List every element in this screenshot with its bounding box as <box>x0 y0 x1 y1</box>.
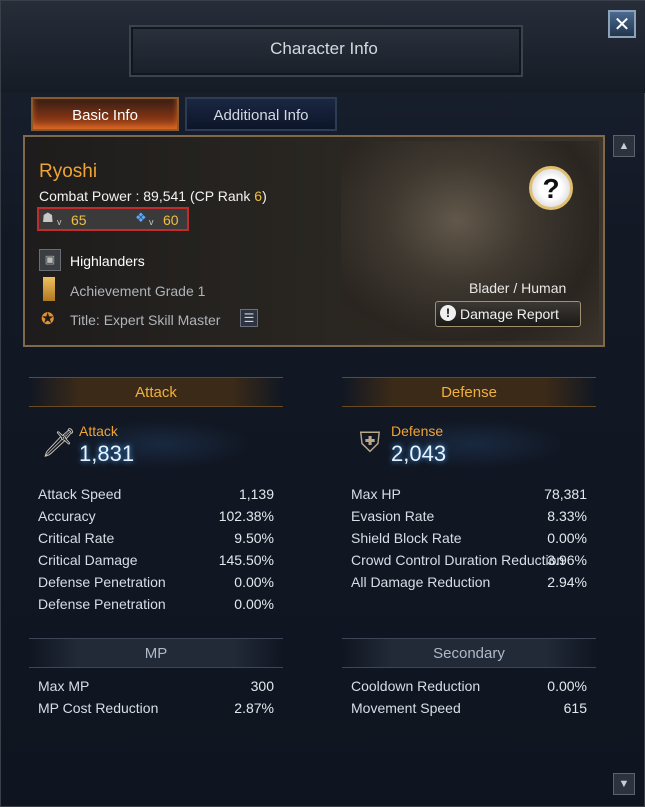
secondary-section-header: Secondary <box>342 638 596 668</box>
defense-label: Defense <box>391 423 444 439</box>
stat-value: 2.87% <box>234 700 274 716</box>
stat-value: 615 <box>563 700 587 716</box>
defense-value: 2,043 <box>391 441 447 466</box>
stat-value: 0.00% <box>234 596 274 612</box>
title-list-icon[interactable]: ☰ <box>240 309 258 327</box>
help-icon[interactable]: ? <box>529 166 573 210</box>
scroll-down-button[interactable]: ▼ <box>613 773 635 795</box>
level-icon: ☗ <box>42 210 54 225</box>
stat-value: 3.96% <box>547 552 587 568</box>
lock-icon: ▣ <box>39 249 61 271</box>
attack-value: 1,831 <box>79 441 135 466</box>
stat-label: MP Cost Reduction <box>38 700 159 716</box>
tab-additional-info[interactable]: Additional Info <box>185 97 337 131</box>
hm-level-icon: ❖ <box>135 210 147 225</box>
attack-label: Attack <box>79 423 118 439</box>
stat-value: 2.94% <box>547 574 587 590</box>
stat-label: Attack Speed <box>38 486 122 502</box>
stat-label: Movement Speed <box>351 700 461 716</box>
achievement-icon <box>43 277 55 301</box>
stat-label: Cooldown Reduction <box>351 678 481 694</box>
guild-name: Highlanders <box>70 253 145 269</box>
window-title: Character Info <box>270 39 378 58</box>
level-value: 65 <box>71 212 87 228</box>
stat-value: 300 <box>250 678 274 694</box>
defense-section-header: Defense <box>342 377 596 407</box>
stat-value: 145.50% <box>218 552 274 568</box>
stat-label: Max MP <box>38 678 90 694</box>
hm-level-v-label: v <box>149 217 154 227</box>
stat-label: Evasion Rate <box>351 508 435 524</box>
helmet-icon: ⛨ <box>359 427 381 458</box>
stat-label: All Damage Reduction <box>351 574 491 590</box>
stat-value: 1,139 <box>238 486 274 502</box>
stat-value: 0.00% <box>547 678 587 694</box>
combat-power-suffix: ) <box>262 188 267 204</box>
character-info-window: Character Info ✕ Basic Info Additional I… <box>0 0 645 807</box>
achievement-grade: Achievement Grade 1 <box>70 283 206 299</box>
scroll-up-button[interactable]: ▲ <box>613 135 635 157</box>
combat-power: Combat Power : 89,541 (CP Rank 6) <box>39 188 267 204</box>
title-medal-icon: ✪ <box>41 311 55 328</box>
stat-value: 102.38% <box>218 508 274 524</box>
hm-level-value: 60 <box>163 212 179 228</box>
sword-icon: 🗡 <box>41 427 77 458</box>
stat-value: 78,381 <box>544 486 587 502</box>
level-box: ☗ v 65 ❖ v 60 <box>37 207 189 231</box>
stat-value: 0.00% <box>547 530 587 546</box>
stat-label: Defense Penetration <box>38 574 166 590</box>
exclamation-icon: ! <box>440 305 456 321</box>
stat-label: Critical Damage <box>38 552 138 568</box>
attack-section-header: Attack <box>29 377 283 407</box>
close-button[interactable]: ✕ <box>608 10 636 38</box>
stat-value: 0.00% <box>234 574 274 590</box>
character-name: Ryoshi <box>39 161 98 182</box>
stat-label: Critical Rate <box>38 530 115 546</box>
damage-report-label: Damage Report <box>460 306 559 322</box>
stat-label: Accuracy <box>38 508 96 524</box>
stat-label: Defense Penetration <box>38 596 166 612</box>
tab-basic-info[interactable]: Basic Info <box>31 97 179 131</box>
cp-rank: 6 <box>254 188 263 204</box>
character-title: Title: Expert Skill Master <box>70 312 221 328</box>
damage-report-button[interactable]: ! Damage Report <box>435 301 581 327</box>
class-race: Blader / Human <box>469 280 567 296</box>
stat-label: Max HP <box>351 486 401 502</box>
stat-label: Shield Block Rate <box>351 530 462 546</box>
stat-value: 9.50% <box>234 530 274 546</box>
level-v-label: v <box>57 217 62 227</box>
combat-power-prefix: Combat Power : 89,541 (CP Rank <box>39 188 255 204</box>
stat-value: 8.33% <box>547 508 587 524</box>
mp-section-header: MP <box>29 638 283 668</box>
